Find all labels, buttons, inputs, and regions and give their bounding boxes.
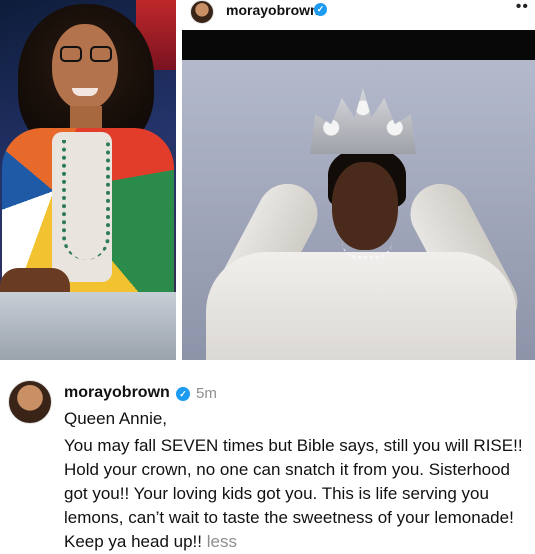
comment-greeting: Queen Annie, [64,409,168,428]
face [332,162,398,250]
verified-badge-icon: ✓ [176,387,190,401]
verified-badge-icon: ✓ [314,3,327,16]
more-options-icon[interactable]: •• [516,0,529,15]
smile [72,88,98,96]
image-top-bar [182,30,535,60]
post-avatar[interactable] [190,0,214,24]
comment-body: You may fall SEVEN times but Bible says,… [64,434,529,554]
post-username[interactable]: morayobrown [226,2,319,18]
comment-text: You may fall SEVEN times but Bible says,… [64,436,523,551]
bead-necklace [62,140,110,260]
post-image[interactable] [182,30,535,360]
comment: morayobrown ✓ 5m Queen Annie, You may fa… [0,360,535,551]
white-dress [206,252,516,360]
left-photo [0,0,176,360]
comment-username[interactable]: morayobrown [64,384,170,402]
post-header: morayobrown ✓ •• [182,0,535,28]
comment-avatar[interactable] [8,380,52,424]
comment-timestamp: 5m [196,385,217,402]
less-link[interactable]: less [207,532,237,551]
glasses [60,46,112,62]
face [52,24,118,110]
pants [0,292,176,360]
